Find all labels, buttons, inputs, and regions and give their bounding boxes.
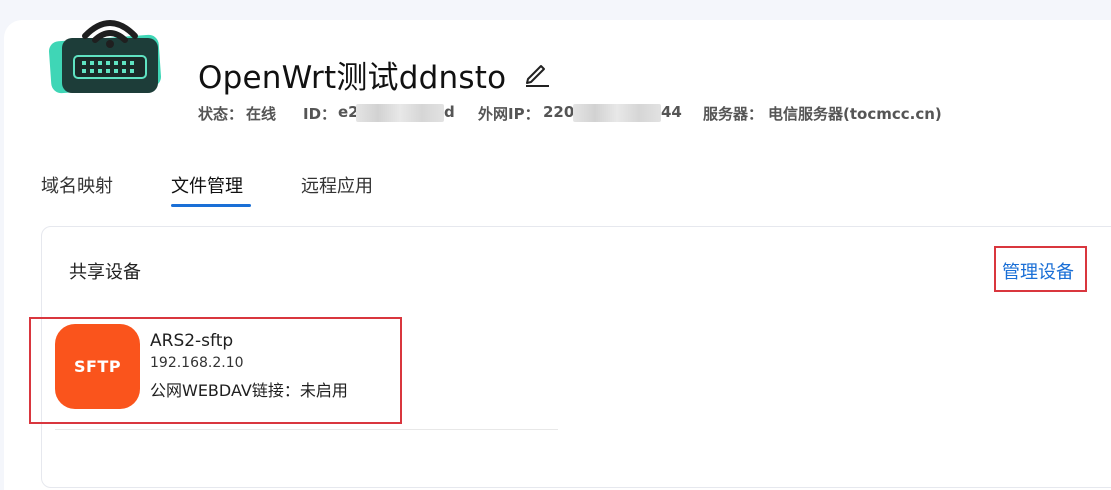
- tab-domain-mapping[interactable]: 域名映射: [41, 172, 113, 198]
- ip-redaction: [573, 104, 661, 122]
- status-value: 在线: [246, 105, 277, 123]
- list-divider: [55, 429, 558, 430]
- id-suffix: d: [444, 103, 455, 121]
- manage-devices-link[interactable]: 管理设备: [1002, 258, 1074, 284]
- webdav-value: 未启用: [299, 381, 348, 400]
- webdav-label: 公网WEBDAV链接：: [150, 381, 300, 400]
- edit-icon[interactable]: [522, 58, 552, 88]
- tab-file-management[interactable]: 文件管理: [171, 172, 243, 198]
- ip-suffix: 44: [661, 103, 682, 121]
- ip-prefix: 220: [543, 103, 575, 121]
- ip-label: 外网IP：: [478, 105, 540, 123]
- server-label: 服务器：: [703, 105, 764, 123]
- status-label: 状态：: [198, 105, 244, 123]
- id-label: ID：: [303, 105, 337, 123]
- section-title: 共享设备: [69, 262, 141, 283]
- shared-device-name[interactable]: ARS2-sftp: [150, 331, 233, 351]
- shared-device-ip: 192.168.2.10: [150, 355, 244, 371]
- router-icon: [48, 20, 162, 94]
- id-redaction: [356, 104, 444, 122]
- shared-device-webdav: 公网WEBDAV链接：未启用: [150, 377, 348, 401]
- device-title: OpenWrt测试ddnsto: [198, 60, 507, 96]
- sftp-icon[interactable]: SFTP: [55, 324, 140, 409]
- active-tab-indicator: [171, 204, 251, 207]
- tab-remote-apps[interactable]: 远程应用: [301, 172, 373, 198]
- server-value: 电信服务器(tocmcc.cn): [768, 105, 942, 123]
